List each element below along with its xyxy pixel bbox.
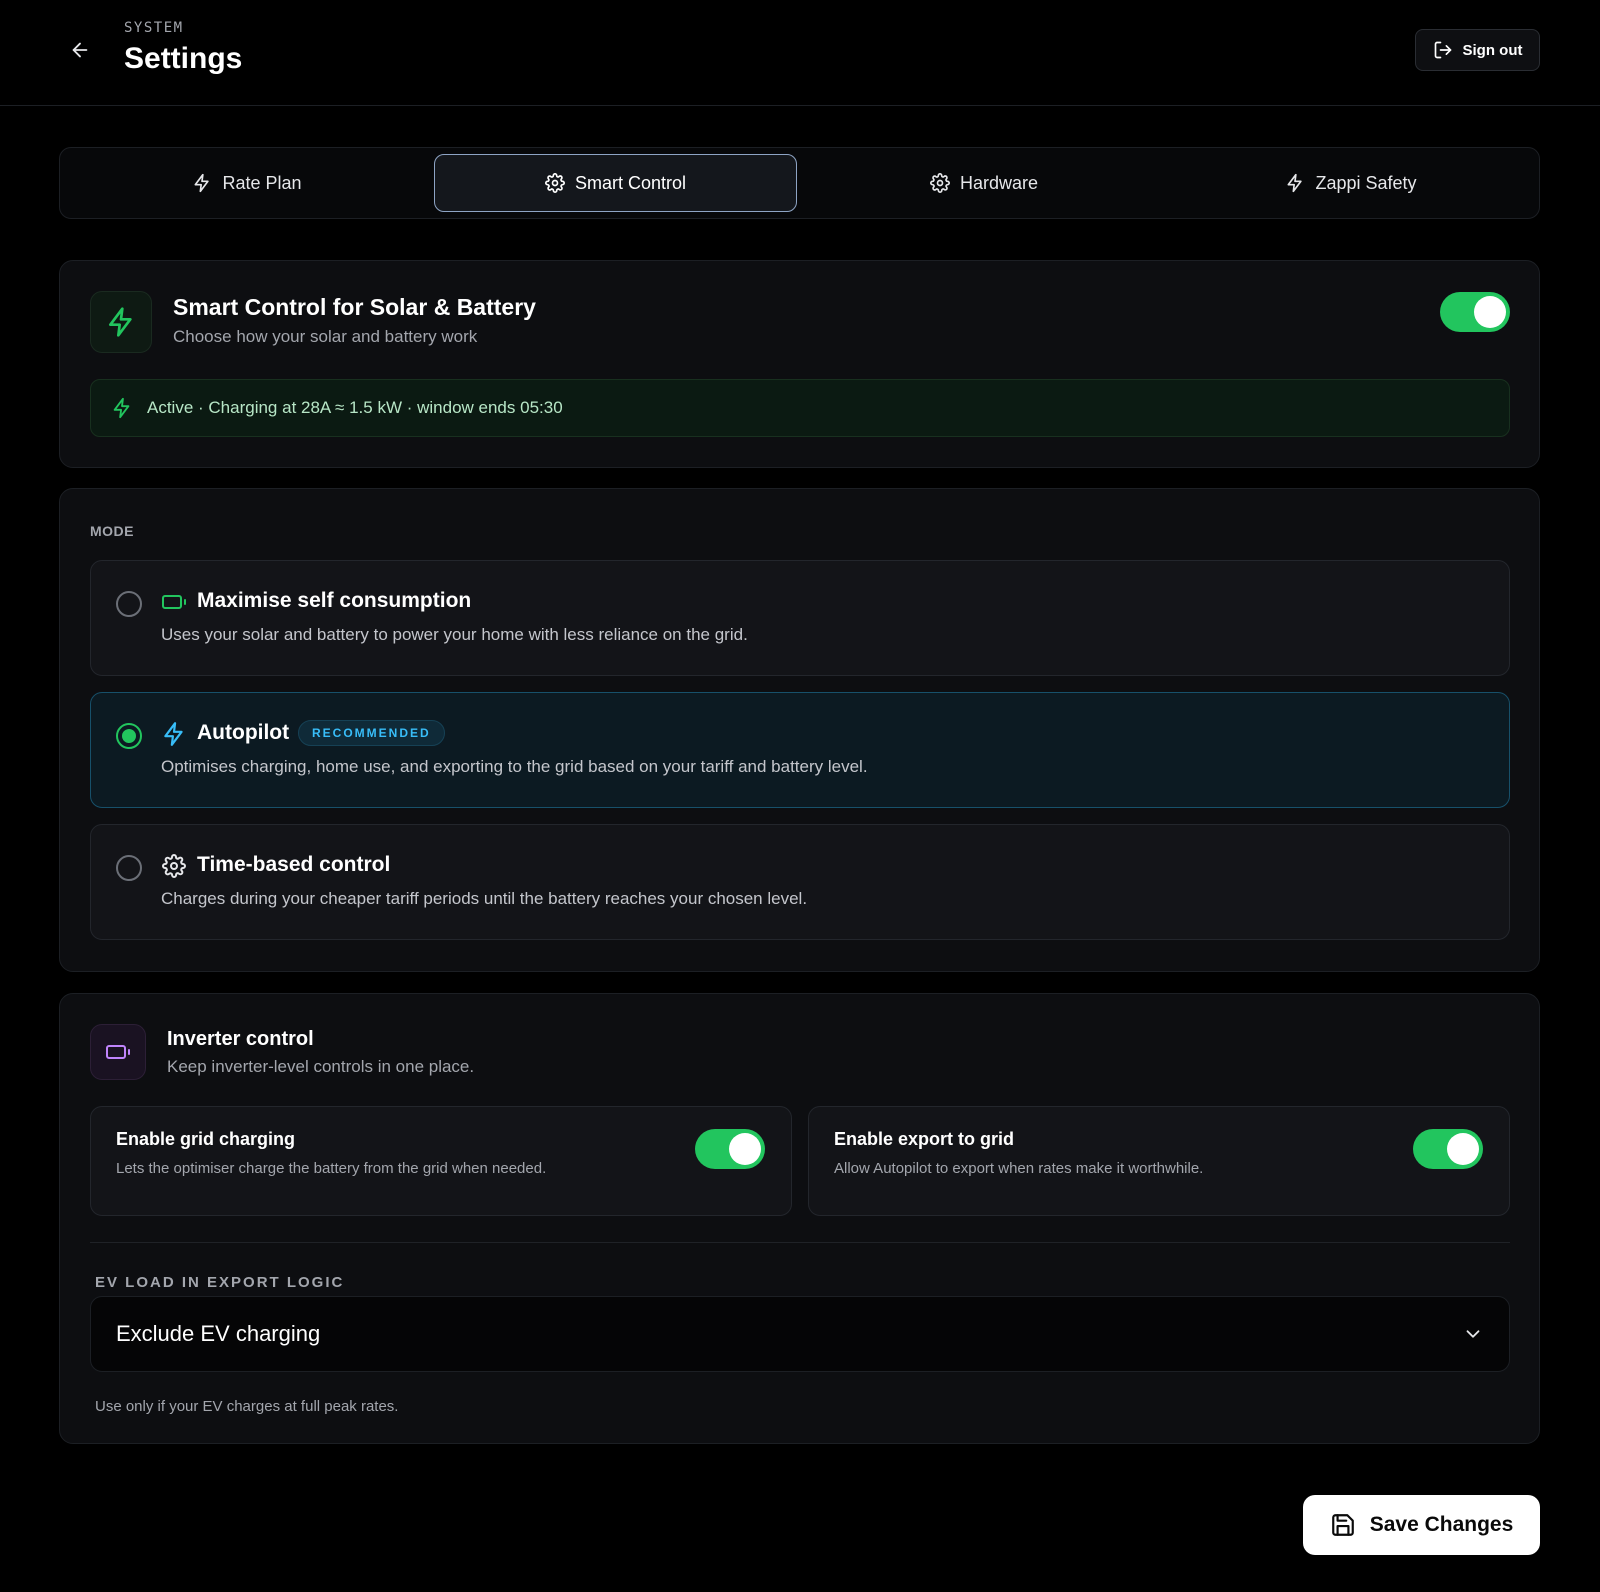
sign-out-label: Sign out [1462,41,1523,59]
battery-icon [106,1045,130,1059]
ev-load-select[interactable]: Exclude EV charging [90,1296,1510,1372]
ev-load-label: EV LOAD IN EXPORT LOGIC [95,1274,345,1291]
tab-hardware[interactable]: Hardware [804,154,1164,212]
mode-label: MODE [90,523,134,539]
tab-label: Smart Control [574,172,687,193]
save-icon [1331,1514,1354,1536]
radio-button[interactable] [116,855,142,881]
grid-charging-toggle[interactable] [695,1129,765,1169]
mode-description: Charges during your cheaper tariff perio… [161,889,808,908]
tab-rate-plan[interactable]: Rate Plan [67,154,427,212]
inverter-icon-box [90,1024,146,1080]
mode-title: Maximise self consumption [197,589,472,612]
save-changes-label: Save Changes [1369,1513,1514,1536]
mode-option-autopilot[interactable]: Autopilot RECOMMENDED Optimises charging… [90,692,1510,808]
tab-label: Rate Plan [222,172,302,193]
ev-load-hint: Use only if your EV charges at full peak… [95,1398,399,1415]
page-title: Settings [124,42,243,75]
sign-out-icon [1434,41,1451,59]
mode-title: Autopilot [197,721,290,744]
status-text: Active · Charging at 28A ≈ 1.5 kW · wind… [147,398,563,417]
tab-label: Hardware [959,172,1039,193]
gear-icon [545,173,565,193]
bolt-icon [161,721,187,747]
smart-control-card: Smart Control for Solar & Battery Choose… [59,260,1540,468]
inverter-card: Inverter control Keep inverter-level con… [59,993,1540,1444]
status-banner: Active · Charging at 28A ≈ 1.5 kW · wind… [90,379,1510,437]
page-eyebrow: SYSTEM [124,20,184,36]
smart-control-toggle[interactable] [1440,292,1510,332]
mode-description: Uses your solar and battery to power you… [161,625,748,644]
save-changes-button[interactable]: Save Changes [1303,1495,1540,1555]
smart-control-title: Smart Control for Solar & Battery [173,294,536,320]
radio-button[interactable] [116,723,142,749]
tab-zappi-safety[interactable]: Zappi Safety [1171,154,1531,212]
smart-control-subtitle: Choose how your solar and battery work [173,327,478,346]
inverter-title: Inverter control [167,1028,314,1050]
settings-tabs: Rate Plan Smart Control Hardware Zappi S… [59,147,1540,219]
bolt-icon [1287,173,1303,193]
back-button[interactable] [66,36,94,64]
battery-icon [161,589,187,615]
bolt-icon [109,307,132,337]
toggle-knob [1447,1133,1479,1165]
arrow-left-icon [72,42,88,58]
export-setting: Enable export to grid Allow Autopilot to… [808,1106,1510,1216]
gear-icon [161,853,187,879]
smart-control-icon-box [90,291,152,353]
recommended-badge: RECOMMENDED [298,720,445,746]
setting-description: Allow Autopilot to export when rates mak… [834,1160,1204,1177]
ev-load-selected-value: Exclude EV charging [116,1321,321,1346]
mode-option-time-based[interactable]: Time-based control Charges during your c… [90,824,1510,940]
app-header: SYSTEM Settings Sign out [0,0,1600,106]
chevron-down-icon [1466,1330,1480,1338]
gear-icon [930,173,950,193]
sign-out-button[interactable]: Sign out [1415,29,1540,71]
toggle-knob [729,1133,761,1165]
inverter-subtitle: Keep inverter-level controls in one plac… [167,1057,475,1076]
divider [90,1242,1510,1243]
tab-label: Zappi Safety [1315,172,1417,193]
tab-smart-control[interactable]: Smart Control [434,154,797,212]
bolt-icon [113,397,130,419]
setting-description: Lets the optimiser charge the battery fr… [116,1160,547,1177]
mode-option-self-consumption[interactable]: Maximise self consumption Uses your sola… [90,560,1510,676]
setting-title: Enable export to grid [834,1129,1015,1149]
toggle-knob [1474,296,1506,328]
mode-card: MODE Maximise self consumption Uses your… [59,488,1540,972]
mode-title: Time-based control [197,853,391,876]
setting-title: Enable grid charging [116,1129,296,1149]
radio-button[interactable] [116,591,142,617]
export-toggle[interactable] [1413,1129,1483,1169]
mode-description: Optimises charging, home use, and export… [161,757,868,776]
bolt-icon [194,173,210,193]
grid-charging-setting: Enable grid charging Lets the optimiser … [90,1106,792,1216]
